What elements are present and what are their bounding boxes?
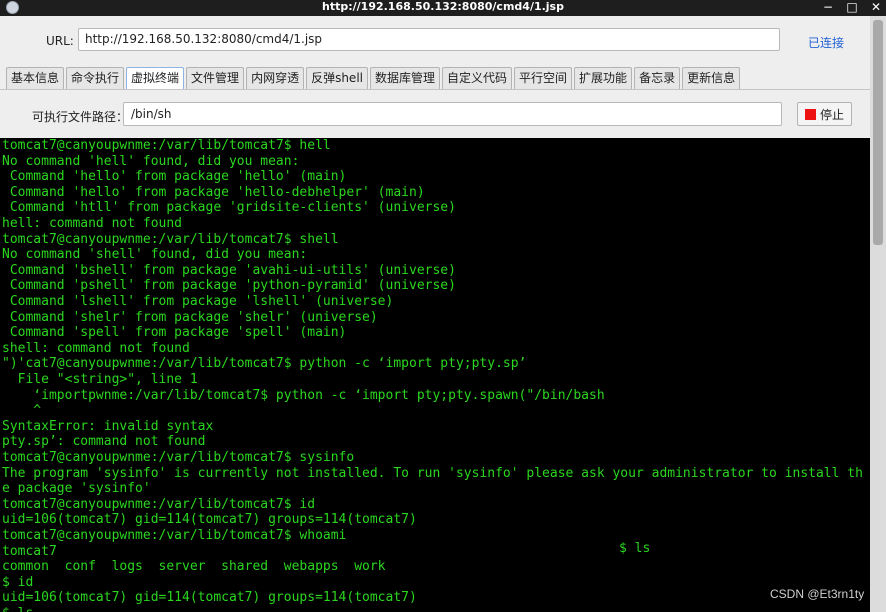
exec-path-row: 可执行文件路径： /bin/sh 停止 xyxy=(0,101,870,129)
terminal-line: tomcat7@canyoupwnme:/var/lib/tomcat7$ he… xyxy=(2,138,331,153)
terminal-line: uid=106(tomcat7) gid=114(tomcat7) groups… xyxy=(2,590,417,606)
terminal-line: shell: command not found xyxy=(2,340,190,356)
terminal-line: pty.sp’: command not found xyxy=(2,434,206,450)
terminal-line: ^ xyxy=(2,403,42,419)
terminal-line: Command 'bshell' from package 'avahi-ui-… xyxy=(2,262,456,278)
exec-path-label: 可执行文件路径： xyxy=(32,110,129,124)
maximize-icon[interactable]: □ xyxy=(846,0,858,16)
terminal-line: No command 'shell' found, did you mean: xyxy=(2,247,308,263)
tab-item[interactable]: 备忘录 xyxy=(634,67,681,89)
tab-item[interactable]: 命令执行 xyxy=(66,67,125,89)
tab-divider xyxy=(0,89,870,90)
tab-item[interactable]: 平行空间 xyxy=(514,67,573,89)
terminal-line: uid=106(tomcat7) gid=114(tomcat7) groups… xyxy=(2,512,417,528)
terminal-line: common conf logs server shared webapps w… xyxy=(2,559,386,575)
terminal-line: $ id xyxy=(2,574,34,590)
app-icon xyxy=(6,1,19,14)
window-controls: − □ ✕ xyxy=(822,0,882,16)
stop-icon xyxy=(804,108,816,120)
url-label: URL: xyxy=(46,34,74,48)
terminal-line: Command 'hello' from package 'hello-debh… xyxy=(2,184,425,200)
stop-button-label: 停止 xyxy=(819,107,844,122)
terminal-line: Command 'htll' from package 'gridsite-cl… xyxy=(2,200,456,216)
terminal-line: Command 'pshell' from package 'python-py… xyxy=(2,278,456,294)
terminal-line: tomcat7 xyxy=(2,543,57,559)
tab-item[interactable]: 数据库管理 xyxy=(370,67,441,89)
tab-bar: 基本信息 命令执行 虚拟终端 文件管理 内网穿透 反弹shell 数据库管理 自定义代码 平行空… xyxy=(6,67,741,89)
terminal-output[interactable]: $ ls tomcat7@canyoupwnme:/var/lib/tomcat… xyxy=(0,138,870,612)
terminal-line: $ ls xyxy=(2,606,33,612)
url-input[interactable]: http://192.168.50.132:8080/cmd4/1.jsp xyxy=(78,28,780,51)
terminal-line: ")'cat7@canyoupwnme:/var/lib/tomcat7$ py… xyxy=(2,356,527,372)
terminal-line: tomcat7@canyoupwnme:/var/lib/tomcat7$ sy… xyxy=(2,450,355,465)
url-row: URL: http://192.168.50.132:8080/cmd4/1.j… xyxy=(0,26,870,56)
connection-status-link[interactable]: 已连接 xyxy=(808,34,844,51)
terminal-line: Command 'spell' from package 'spell' (ma… xyxy=(2,325,347,341)
watermark: CSDN @Et3rn1ty xyxy=(770,587,865,601)
stop-button[interactable]: 停止 xyxy=(797,102,852,126)
tab-item[interactable]: 虚拟终端 xyxy=(126,67,185,89)
scrollbar-thumb[interactable] xyxy=(873,20,883,245)
tab-item[interactable]: 自定义代码 xyxy=(442,67,513,89)
terminal-line: tomcat7@canyoupwnme:/var/lib/tomcat7$ sh… xyxy=(2,231,339,247)
terminal-line: hell: command not found xyxy=(2,216,183,231)
terminal-line: tomcat7@canyoupwnme:/var/lib/tomcat7$ id xyxy=(2,496,316,512)
terminal-line: tomcat7@canyoupwnme:/var/lib/tomcat7$ wh… xyxy=(2,528,347,543)
terminal-line: Command 'lshell' from package 'lshell' (… xyxy=(2,294,394,309)
tab-item[interactable]: 文件管理 xyxy=(186,67,245,89)
terminal-line: The program 'sysinfo' is currently not i… xyxy=(2,465,863,481)
terminal-line: Command 'shelr' from package 'shelr' (un… xyxy=(2,309,378,325)
close-icon[interactable]: ✕ xyxy=(870,0,882,16)
tab-item[interactable]: 扩展功能 xyxy=(574,67,633,89)
terminal-line: Command 'hello' from package 'hello' (ma… xyxy=(2,169,347,185)
terminal-line: e package 'sysinfo' xyxy=(2,481,151,497)
tab-item[interactable]: 内网穿透 xyxy=(246,67,305,89)
minimize-icon[interactable]: − xyxy=(822,0,834,16)
terminal-line: File "<string>", line 1 xyxy=(2,372,198,387)
tab-item[interactable]: 基本信息 xyxy=(6,67,65,89)
terminal-line: ‘importpwnme:/var/lib/tomcat7$ python -c… xyxy=(2,387,605,403)
exec-path-input[interactable]: /bin/sh xyxy=(123,102,782,126)
tab-item[interactable]: 更新信息 xyxy=(682,67,741,89)
terminal-line: SyntaxError: invalid syntax xyxy=(2,418,214,434)
terminal-side-text: $ ls xyxy=(619,541,651,556)
tab-item[interactable]: 反弹shell xyxy=(306,67,368,89)
toolbar-panel: URL: http://192.168.50.132:8080/cmd4/1.j… xyxy=(0,16,870,138)
window-titlebar: http://192.168.50.132:8080/cmd4/1.jsp − … xyxy=(0,0,886,16)
terminal-line: No command 'hell' found, did you mean: xyxy=(2,153,300,169)
window-title: http://192.168.50.132:8080/cmd4/1.jsp xyxy=(322,0,564,13)
